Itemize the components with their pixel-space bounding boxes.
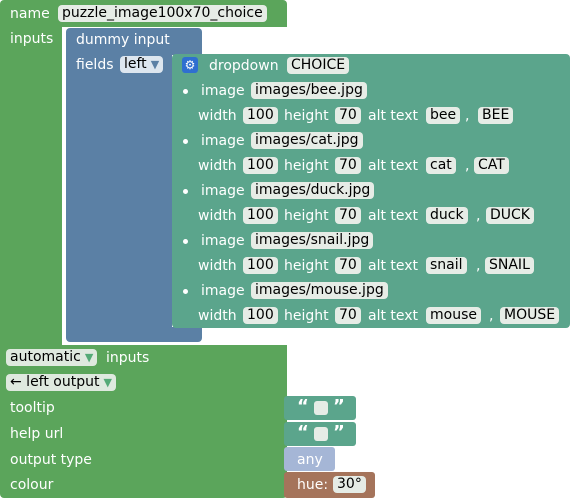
output-type-label: output type — [10, 452, 92, 468]
option-width-label: width — [198, 208, 237, 224]
chevron-down-icon: ▼ — [84, 351, 94, 364]
option-height-input[interactable]: 70 — [335, 107, 361, 124]
help-url-label: help url — [10, 426, 64, 442]
name-label: name — [10, 6, 50, 22]
gear-icon[interactable]: ⚙ — [182, 57, 198, 73]
option-bullet — [183, 139, 188, 144]
output-value: ← left output — [10, 374, 100, 390]
option-image-label: image — [201, 133, 245, 149]
option-comma: , — [465, 108, 470, 124]
option-image-src-input[interactable]: images/cat.jpg — [251, 132, 363, 149]
dummy-input-title: dummy input — [76, 32, 170, 48]
option-alt-label: alt text — [368, 308, 419, 324]
quote-close-icon: ” — [333, 396, 345, 417]
align-dropdown[interactable]: left ▼ — [120, 56, 164, 73]
option-comma: , — [476, 258, 481, 274]
quote-close-icon: ” — [333, 422, 345, 443]
option-comma: , — [465, 158, 470, 174]
option-image-src-input[interactable]: images/mouse.jpg — [251, 282, 388, 299]
option-alt-input[interactable]: cat — [426, 157, 456, 174]
option-value-input[interactable]: DUCK — [486, 207, 534, 224]
chevron-down-icon: ▼ — [150, 58, 160, 71]
tooltip-text-input[interactable] — [314, 401, 328, 415]
option-alt-label: alt text — [368, 258, 419, 274]
option-width-label: width — [198, 308, 237, 324]
inputs-mode-dropdown[interactable]: automatic ▼ — [6, 349, 98, 366]
output-type-value: any — [297, 452, 323, 468]
option-value-input[interactable]: BEE — [478, 107, 514, 124]
inputs-mode-label: inputs — [106, 350, 150, 366]
option-image-src-input[interactable]: images/bee.jpg — [251, 82, 367, 99]
option-image-src-input[interactable]: images/snail.jpg — [251, 232, 374, 249]
option-bullet — [183, 239, 188, 244]
option-alt-label: alt text — [368, 158, 419, 174]
option-image-label: image — [201, 233, 245, 249]
quote-open-icon: “ — [297, 422, 309, 443]
option-bullet — [183, 89, 188, 94]
hue-value-input[interactable]: 30° — [333, 476, 366, 493]
chevron-down-icon: ▼ — [103, 376, 112, 389]
option-height-label: height — [284, 208, 329, 224]
dropdown-label: dropdown — [209, 58, 279, 74]
option-image-label: image — [201, 83, 245, 99]
option-height-label: height — [284, 258, 329, 274]
option-bullet — [183, 289, 188, 294]
option-width-label: width — [198, 108, 237, 124]
quote-open-icon: “ — [297, 396, 309, 417]
option-alt-label: alt text — [368, 208, 419, 224]
align-dropdown-value: left — [124, 56, 147, 72]
block-name-input[interactable]: puzzle_image100x70_choice — [58, 5, 267, 22]
inputs-mode-value: automatic — [10, 349, 81, 365]
option-width-input[interactable]: 100 — [243, 307, 278, 324]
option-alt-input[interactable]: mouse — [426, 307, 481, 324]
option-width-input[interactable]: 100 — [243, 257, 278, 274]
option-width-label: width — [198, 258, 237, 274]
dropdown-name-input[interactable]: CHOICE — [287, 57, 350, 74]
option-height-input[interactable]: 70 — [335, 207, 361, 224]
option-comma: , — [476, 208, 481, 224]
option-alt-input[interactable]: duck — [426, 207, 468, 224]
option-width-label: width — [198, 158, 237, 174]
option-alt-input[interactable]: snail — [426, 257, 467, 274]
option-alt-input[interactable]: bee — [426, 107, 461, 124]
output-dropdown[interactable]: ← left output ▼ — [6, 374, 116, 391]
fields-label: fields — [76, 57, 114, 73]
option-width-input[interactable]: 100 — [243, 157, 278, 174]
tooltip-label: tooltip — [10, 400, 55, 416]
option-value-input[interactable]: MOUSE — [500, 307, 560, 324]
option-bullet — [183, 189, 188, 194]
option-height-input[interactable]: 70 — [335, 307, 361, 324]
option-height-label: height — [284, 308, 329, 324]
option-height-label: height — [284, 158, 329, 174]
option-height-input[interactable]: 70 — [335, 257, 361, 274]
option-width-input[interactable]: 100 — [243, 107, 278, 124]
option-image-src-input[interactable]: images/duck.jpg — [251, 182, 375, 199]
option-comma: , — [489, 308, 494, 324]
option-image-label: image — [201, 283, 245, 299]
option-image-label: image — [201, 183, 245, 199]
option-height-input[interactable]: 70 — [335, 157, 361, 174]
inputs-label: inputs — [10, 31, 54, 47]
option-height-label: height — [284, 108, 329, 124]
option-alt-label: alt text — [368, 108, 419, 124]
option-value-input[interactable]: CAT — [474, 157, 509, 174]
option-width-input[interactable]: 100 — [243, 207, 278, 224]
hue-label: hue: — [297, 477, 329, 493]
colour-label: colour — [10, 477, 54, 493]
help-url-text-input[interactable] — [314, 427, 328, 441]
option-value-input[interactable]: SNAIL — [485, 257, 534, 274]
